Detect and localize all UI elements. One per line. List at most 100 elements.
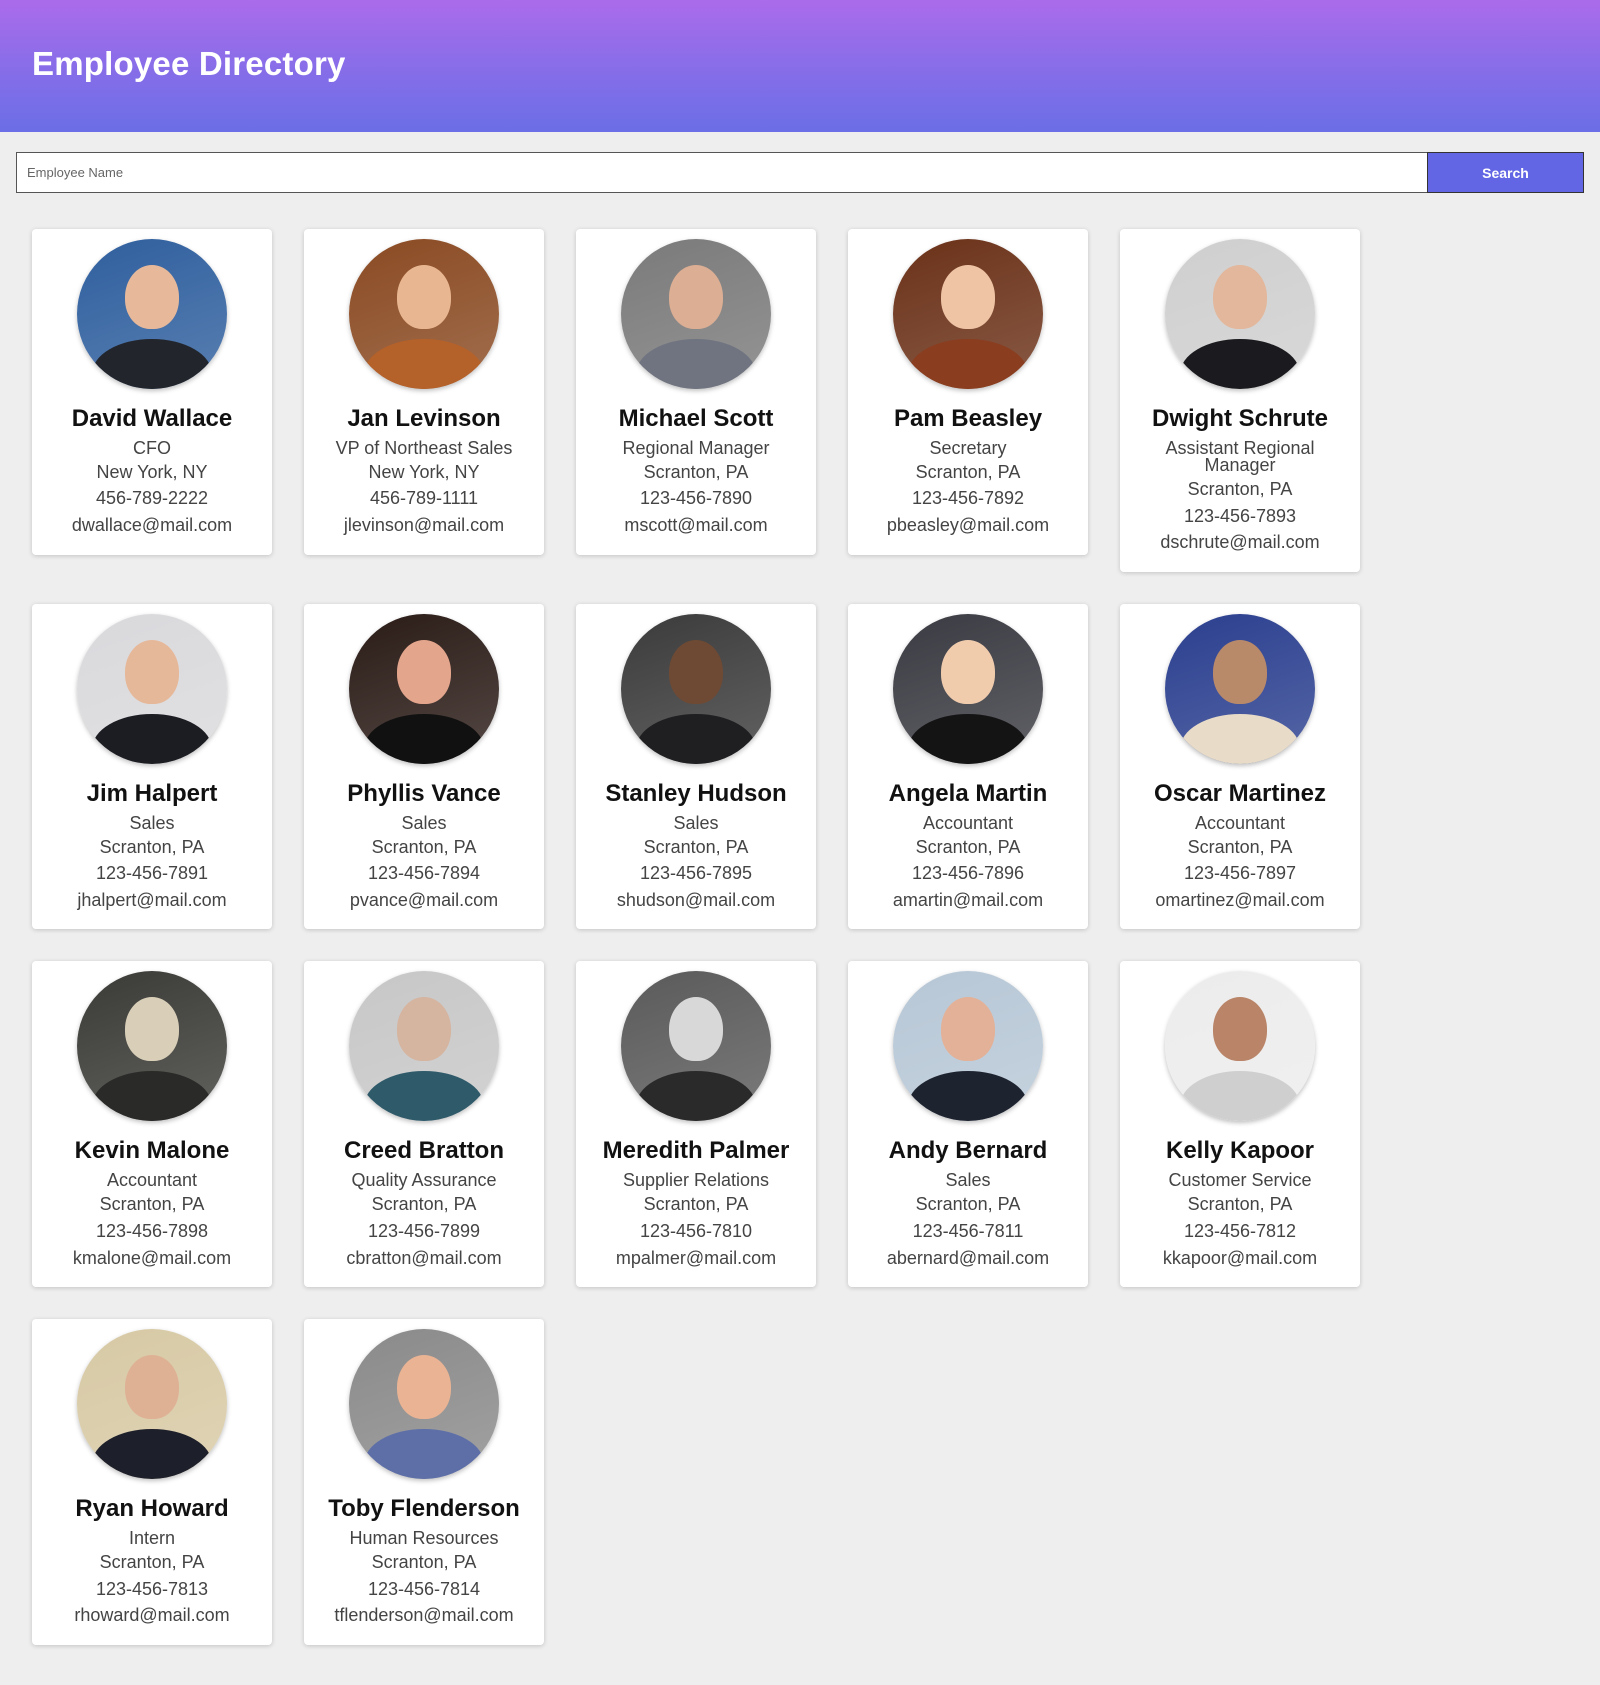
employee-phone: 123-456-7813: [95, 1578, 209, 1599]
employee-name: Angela Martin: [888, 779, 1048, 807]
employee-phone: 456-789-2222: [95, 488, 209, 509]
employee-name-search-input[interactable]: [16, 152, 1427, 193]
employee-phone: 123-456-7893: [1183, 505, 1297, 526]
employee-name: Creed Bratton: [343, 1137, 505, 1165]
employee-email: mpalmer@mail.com: [615, 1247, 777, 1268]
employee-phone: 123-456-7890: [639, 488, 753, 509]
employee-photo: [77, 1329, 227, 1480]
employee-phone: 123-456-7897: [1183, 863, 1297, 884]
employee-name: Stanley Hudson: [605, 779, 787, 807]
employee-location: Scranton, PA: [1187, 1194, 1293, 1215]
employee-title: Human Resources: [349, 1527, 499, 1548]
employee-title: Sales: [945, 1170, 991, 1191]
employee-photo: [349, 239, 499, 389]
employee-title: Intern: [128, 1527, 176, 1548]
employee-photo: [893, 613, 1043, 764]
employee-email: kkapoor@mail.com: [1162, 1247, 1318, 1268]
employee-email: omartinez@mail.com: [1155, 889, 1325, 910]
employee-title: Customer Service: [1168, 1170, 1312, 1191]
employee-email: jlevinson@mail.com: [343, 515, 505, 536]
employee-location: Scranton, PA: [99, 1552, 205, 1572]
employee-card: Oscar Martinez Accountant Scranton, PA 123-…: [1120, 603, 1360, 930]
employee-photo: [1165, 239, 1315, 389]
employee-phone: 123-456-7810: [639, 1220, 753, 1241]
employee-photo: [349, 1329, 499, 1480]
employee-title: Sales: [673, 812, 719, 833]
employee-photo: [77, 239, 227, 389]
employee-card: Angela Martin Accountant Scranton, PA 123-4…: [848, 603, 1088, 930]
employee-card: Kevin Malone Accountant Scranton, PA 123-45…: [32, 961, 272, 1288]
employee-photo: [349, 971, 499, 1122]
employee-email: mscott@mail.com: [624, 515, 768, 536]
employee-card: Meredith Palmer Supplier Relations Scranto…: [576, 961, 816, 1288]
employee-name: Dwight Schrute: [1151, 405, 1328, 432]
employee-card: Jan Levinson VP of Northeast Sales New Yor…: [304, 229, 544, 555]
employee-photo: [1165, 613, 1315, 764]
employee-phone: 123-456-7898: [95, 1220, 209, 1241]
employee-title: Accountant: [1194, 812, 1286, 833]
employee-email: dschrute@mail.com: [1160, 532, 1320, 553]
employee-card: Creed Bratton Quality Assurance Scranton, …: [304, 961, 544, 1288]
employee-title: Accountant: [922, 812, 1014, 833]
employee-email: shudson@mail.com: [616, 889, 776, 910]
employee-location: Scranton, PA: [371, 1194, 477, 1215]
employee-email: kmalone@mail.com: [72, 1247, 232, 1268]
employee-phone: 123-456-7899: [367, 1220, 481, 1241]
employee-phone: 123-456-7814: [367, 1578, 481, 1599]
employee-title: Sales: [401, 812, 447, 833]
employee-name: David Wallace: [71, 405, 233, 432]
employee-photo: [621, 971, 771, 1122]
employee-email: cbratton@mail.com: [346, 1247, 502, 1268]
employee-name: Pam Beasley: [893, 405, 1043, 432]
employee-location: Scranton, PA: [99, 1194, 205, 1215]
employee-location: Scranton, PA: [1187, 478, 1293, 499]
employee-location: Scranton, PA: [915, 461, 1021, 482]
employee-phone: 123-456-7896: [911, 863, 1025, 884]
employee-location: Scranton, PA: [643, 836, 749, 857]
employee-phone: 123-456-7892: [911, 488, 1025, 509]
employee-card: Toby Flenderson Human Resources Scranton, …: [304, 1319, 544, 1645]
employee-email: jhalpert@mail.com: [77, 889, 227, 910]
search-button[interactable]: Search: [1427, 152, 1584, 193]
employee-name: Phyllis Vance: [347, 779, 501, 807]
employee-title: Secretary: [929, 437, 1007, 458]
employee-card: Ryan Howard Intern Scranton, PA 123-456-781…: [32, 1319, 272, 1645]
employee-email: pvance@mail.com: [349, 889, 499, 910]
employee-email: abernard@mail.com: [886, 1247, 1050, 1268]
employee-card: Stanley Hudson Sales Scranton, PA 123-456-7…: [576, 603, 816, 930]
employee-phone: 123-456-7894: [367, 863, 481, 884]
employee-photo: [893, 239, 1043, 389]
employee-location: Scranton, PA: [371, 836, 477, 857]
employee-location: Scranton, PA: [643, 461, 749, 482]
employee-name: Jim Halpert: [86, 779, 218, 807]
employee-name: Michael Scott: [618, 405, 774, 432]
employee-title: Accountant: [106, 1170, 198, 1191]
employee-photo: [77, 613, 227, 764]
employee-title: CFO: [133, 437, 171, 458]
employee-title: Quality Assurance: [351, 1170, 497, 1191]
employee-title: Supplier Relations: [622, 1170, 770, 1191]
employee-name: Kelly Kapoor: [1165, 1137, 1315, 1165]
employee-location: Scranton, PA: [99, 836, 205, 857]
employee-name: Kevin Malone: [74, 1137, 230, 1165]
employee-location: Scranton, PA: [643, 1194, 749, 1215]
employee-card: Phyllis Vance Sales Scranton, PA 123-456-78…: [304, 603, 544, 930]
employee-name: Ryan Howard: [75, 1495, 229, 1523]
employee-email: rhoward@mail.com: [74, 1605, 230, 1626]
employee-email: pbeasley@mail.com: [886, 515, 1050, 536]
employee-name: Jan Levinson: [347, 405, 501, 432]
employee-photo: [893, 971, 1043, 1122]
employee-phone: 123-456-7895: [639, 863, 753, 884]
employee-title: Sales: [129, 812, 175, 833]
employee-name: Oscar Martinez: [1153, 779, 1327, 807]
employee-name: Toby Flenderson: [328, 1495, 520, 1523]
employee-title: VP of Northeast Sales: [335, 437, 513, 458]
employee-photo: [77, 971, 227, 1122]
employee-phone: 123-456-7812: [1183, 1220, 1297, 1241]
employee-title: Assistant Regional Manager: [1165, 437, 1315, 475]
employee-location: New York, NY: [96, 461, 208, 482]
app-header: Employee Directory: [0, 0, 1600, 132]
employee-email: dwallace@mail.com: [71, 515, 233, 536]
employee-email: amartin@mail.com: [892, 889, 1044, 910]
employee-phone: 123-456-7811: [912, 1220, 1024, 1241]
